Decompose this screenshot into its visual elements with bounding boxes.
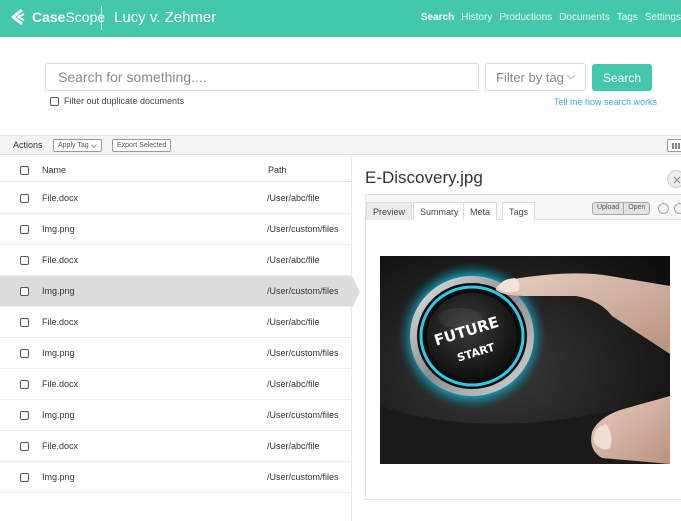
next-document-button[interactable] <box>674 203 681 214</box>
file-table: Name Path File.docx /User/abc/file Img.p… <box>0 156 352 521</box>
selected-row-pointer <box>352 276 360 308</box>
file-name: Img.png <box>42 410 75 420</box>
actions-label: Actions <box>13 140 43 150</box>
table-row[interactable]: Img.png /User/custom/files <box>0 338 352 369</box>
filter-by-tag-select[interactable]: Filter by tag <box>485 63 586 91</box>
file-name: File.docx <box>42 441 79 451</box>
apply-tag-button[interactable]: Apply Tag <box>53 139 102 152</box>
prev-document-button[interactable] <box>658 203 669 214</box>
row-checkbox[interactable] <box>20 442 29 451</box>
upload-button[interactable]: Upload <box>593 203 625 214</box>
file-path: /User/custom/files <box>267 286 339 296</box>
duplicate-filter-checkbox[interactable] <box>50 96 59 106</box>
file-name: Img.png <box>42 348 75 358</box>
upload-open-toggle: Upload Open <box>592 202 651 215</box>
chevron-down-icon <box>90 143 97 148</box>
future-start-button-photo: FUTURE START <box>380 256 670 464</box>
top-bar: CaseScope Lucy v. Zehmer Search History … <box>0 0 681 37</box>
file-name: Img.png <box>42 286 75 296</box>
columns-toggle-button[interactable] <box>667 139 681 152</box>
tab-summary[interactable]: Summary <box>413 202 466 220</box>
apply-tag-label: Apply Tag <box>58 142 89 149</box>
table-row-selected[interactable]: Img.png /User/custom/files <box>0 276 352 307</box>
row-checkbox[interactable] <box>20 380 29 389</box>
row-checkbox[interactable] <box>20 194 29 203</box>
file-name: Img.png <box>42 472 75 482</box>
file-name: File.docx <box>42 379 79 389</box>
row-checkbox[interactable] <box>20 256 29 265</box>
open-button[interactable]: Open <box>624 203 649 214</box>
document-title: E-Discovery.jpg <box>365 168 483 187</box>
tab-tags[interactable]: Tags <box>502 202 536 220</box>
nav-tags[interactable]: Tags <box>617 12 638 23</box>
tab-meta[interactable]: Meta <box>463 202 498 220</box>
row-checkbox[interactable] <box>20 411 29 420</box>
nav-history[interactable]: History <box>461 12 492 23</box>
header-divider <box>101 6 102 30</box>
table-header: Name Path <box>0 156 352 182</box>
search-input[interactable] <box>45 63 479 91</box>
select-all-checkbox[interactable] <box>20 166 29 175</box>
casescope-logo[interactable]: CaseScope <box>8 8 105 26</box>
case-title: Lucy v. Zehmer <box>114 9 217 26</box>
file-path: /User/abc/file <box>267 317 320 327</box>
casescope-logo-icon <box>11 8 25 26</box>
brand-name: CaseScope <box>32 9 106 25</box>
close-preview-button[interactable] <box>667 170 681 188</box>
preview-content: Preview Summary Meta Tags Upload Open FU… <box>365 194 681 500</box>
duplicate-filter: Filter out duplicate documents <box>50 96 184 106</box>
table-row[interactable]: Img.png /User/custom/files <box>0 214 352 245</box>
nav-settings[interactable]: Settings <box>645 12 681 23</box>
column-name[interactable]: Name <box>42 165 66 175</box>
file-path: /User/abc/file <box>267 193 320 203</box>
row-checkbox[interactable] <box>20 225 29 234</box>
row-checkbox[interactable] <box>20 287 29 296</box>
file-path: /User/abc/file <box>267 255 320 265</box>
search-button[interactable]: Search <box>592 64 652 91</box>
tab-preview[interactable]: Preview <box>366 202 413 220</box>
table-row[interactable]: Img.png /User/custom/files <box>0 462 352 493</box>
table-row[interactable]: File.docx /User/abc/file <box>0 431 352 462</box>
file-path: /User/custom/files <box>267 348 339 358</box>
actions-bar: Actions Apply Tag Export Selected <box>0 135 681 155</box>
row-checkbox[interactable] <box>20 318 29 327</box>
preview-panel: E-Discovery.jpg Preview Summary Meta Tag… <box>365 156 681 501</box>
search-help-link[interactable]: Tell me how search works <box>554 97 657 107</box>
table-row[interactable]: File.docx /User/abc/file <box>0 307 352 338</box>
chevron-down-icon <box>566 74 576 80</box>
file-name: File.docx <box>42 317 79 327</box>
file-path: /User/custom/files <box>267 472 339 482</box>
main-nav: Search History Productions Documents Tag… <box>421 12 681 23</box>
file-name: File.docx <box>42 193 79 203</box>
columns-icon <box>672 142 680 149</box>
nav-productions[interactable]: Productions <box>499 12 552 23</box>
table-row[interactable]: Img.png /User/custom/files <box>0 400 352 431</box>
file-name: Img.png <box>42 224 75 234</box>
column-path[interactable]: Path <box>268 165 287 175</box>
file-path: /User/abc/file <box>267 379 320 389</box>
nav-documents[interactable]: Documents <box>559 12 610 23</box>
row-checkbox[interactable] <box>20 473 29 482</box>
filter-by-tag-label: Filter by tag <box>496 69 564 85</box>
row-checkbox[interactable] <box>20 349 29 358</box>
document-image: FUTURE START <box>380 256 670 464</box>
file-path: /User/custom/files <box>267 224 339 234</box>
nav-search[interactable]: Search <box>421 12 454 23</box>
file-path: /User/abc/file <box>267 441 320 451</box>
export-selected-button[interactable]: Export Selected <box>112 139 172 152</box>
table-row[interactable]: File.docx /User/abc/file <box>0 369 352 400</box>
close-icon <box>673 176 681 184</box>
table-row[interactable]: File.docx /User/abc/file <box>0 183 352 214</box>
duplicate-filter-label: Filter out duplicate documents <box>64 96 185 106</box>
file-path: /User/custom/files <box>267 410 339 420</box>
file-name: File.docx <box>42 255 79 265</box>
table-row[interactable]: File.docx /User/abc/file <box>0 245 352 276</box>
preview-tabs: Preview Summary Meta Tags Upload Open <box>366 195 681 220</box>
